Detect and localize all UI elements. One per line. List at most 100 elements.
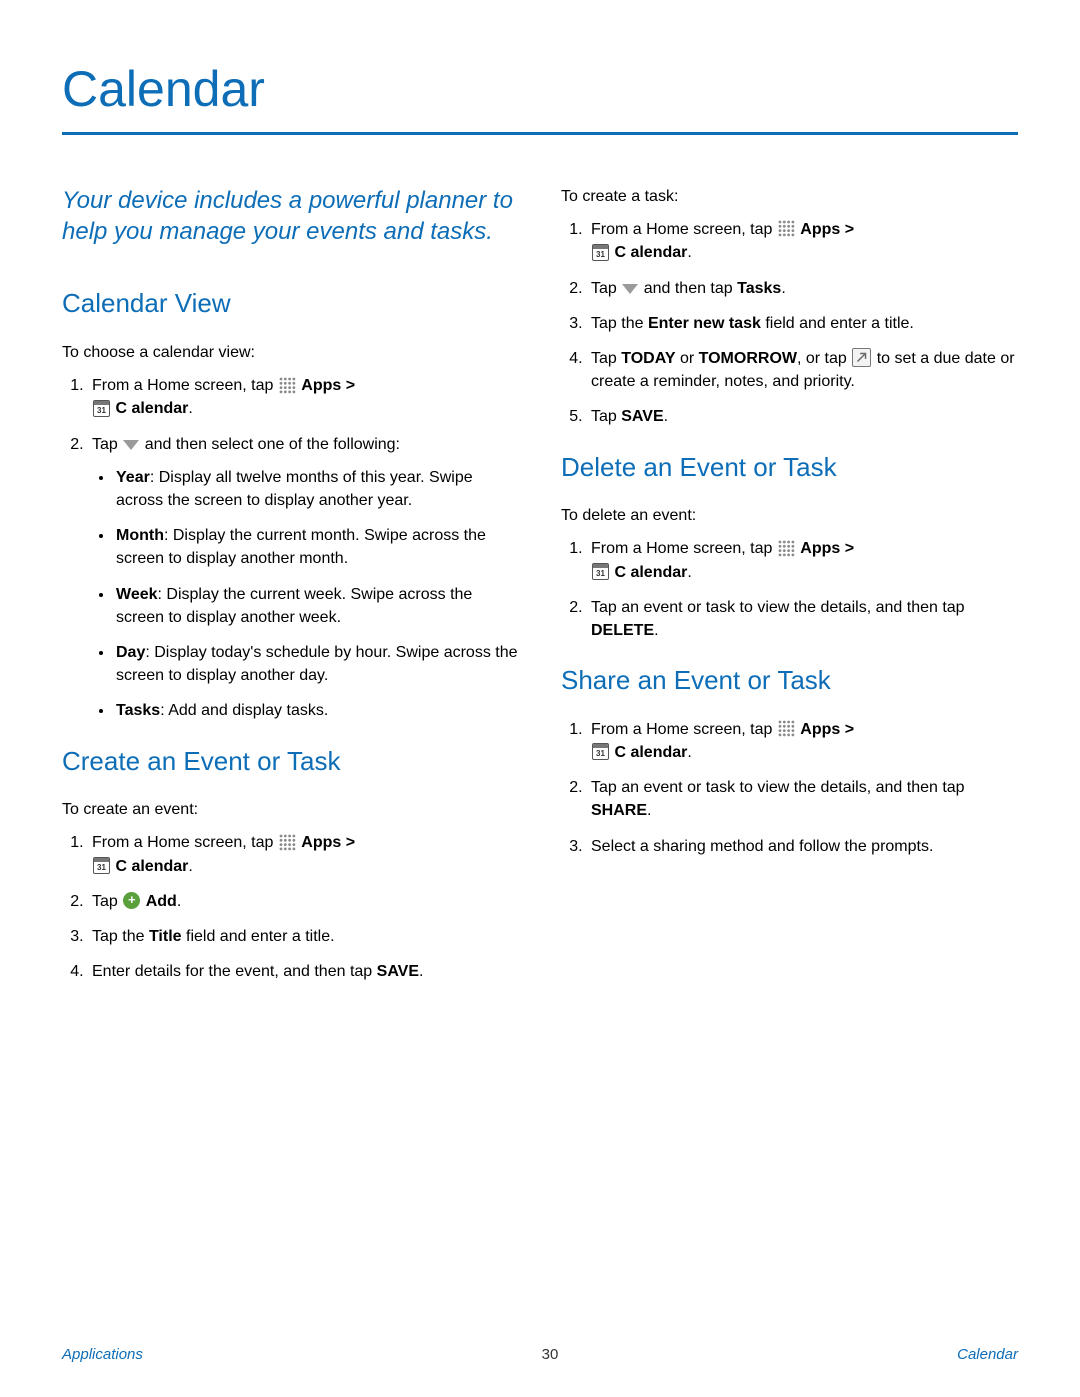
text: : Display all twelve months of this year…	[116, 469, 473, 509]
create-event-lead: To create an event:	[62, 798, 519, 821]
text: Tap	[591, 350, 621, 367]
apps-grid-icon	[778, 540, 795, 557]
dropdown-icon	[622, 284, 638, 294]
list-item: Week: Display the current week. Swipe ac…	[114, 583, 519, 629]
text: Tap the	[591, 315, 648, 332]
text: Tap	[591, 408, 621, 425]
text: Select a sharing method and follow the p…	[591, 838, 933, 855]
text: field and enter a title.	[182, 928, 335, 945]
list-item: Day: Display today's schedule by hour. S…	[114, 641, 519, 687]
delete-event-steps: From a Home screen, tap Apps > 31 C alen…	[561, 537, 1018, 642]
calendar-label: C alendar	[115, 400, 188, 417]
page-number: 30	[542, 1346, 559, 1363]
calendar-view-heading: Calendar View	[62, 285, 519, 323]
list-item: From a Home screen, tap Apps > 31 C alen…	[88, 831, 519, 877]
text: field and enter a title.	[761, 315, 914, 332]
period: .	[647, 802, 651, 819]
list-item: Tap the Enter new task field and enter a…	[587, 312, 1018, 335]
create-task-steps: From a Home screen, tap Apps > 31 C alen…	[561, 218, 1018, 428]
list-item: Year: Display all twelve months of this …	[114, 466, 519, 512]
list-item: Tap an event or task to view the details…	[587, 776, 1018, 822]
text: : Add and display tasks.	[160, 702, 328, 719]
add-icon: +	[123, 892, 140, 909]
footer-section-left: Applications	[62, 1346, 143, 1363]
text: and then tap	[644, 280, 737, 297]
page-footer: Applications 30 Calendar	[62, 1346, 1018, 1363]
calendar-icon: 31	[592, 743, 609, 760]
add-label: Add	[146, 893, 177, 910]
calendar-label: C alendar	[614, 564, 687, 581]
day-label: Day	[116, 644, 145, 661]
apps-grid-icon	[279, 377, 296, 394]
title-rule	[62, 132, 1018, 135]
list-item: From a Home screen, tap Apps > 31 C alen…	[587, 537, 1018, 583]
left-column: Your device includes a powerful planner …	[62, 185, 519, 999]
period: .	[419, 963, 423, 980]
list-item: Tap an event or task to view the details…	[587, 596, 1018, 642]
view-options: Year: Display all twelve months of this …	[92, 466, 519, 723]
list-item: Select a sharing method and follow the p…	[587, 835, 1018, 858]
list-item: Tap TODAY or TOMORROW, or tap to set a d…	[587, 347, 1018, 393]
calendar-icon: 31	[93, 857, 110, 874]
period: .	[664, 408, 668, 425]
content-columns: Your device includes a powerful planner …	[62, 185, 1018, 999]
period: .	[687, 564, 691, 581]
create-task-lead: To create a task:	[561, 185, 1018, 208]
right-column: To create a task: From a Home screen, ta…	[561, 185, 1018, 999]
tasks-label: Tasks	[737, 280, 781, 297]
text: From a Home screen, tap	[591, 540, 777, 557]
text: or	[676, 350, 699, 367]
delete-label: DELETE	[591, 622, 654, 639]
apps-label: Apps >	[301, 834, 355, 851]
calendar-label: C alendar	[115, 858, 188, 875]
period: .	[188, 858, 192, 875]
calendar-view-lead: To choose a calendar view:	[62, 341, 519, 364]
apps-grid-icon	[778, 220, 795, 237]
week-label: Week	[116, 586, 158, 603]
text: Tap	[92, 436, 122, 453]
calendar-icon: 31	[592, 563, 609, 580]
list-item: Tap the Title field and enter a title.	[88, 925, 519, 948]
tomorrow-label: TOMORROW	[699, 350, 797, 367]
apps-label: Apps >	[800, 221, 854, 238]
text: Tap	[92, 893, 122, 910]
list-item: Enter details for the event, and then ta…	[88, 960, 519, 983]
today-label: TODAY	[621, 350, 675, 367]
text: : Display today's schedule by hour. Swip…	[116, 644, 518, 684]
create-event-heading: Create an Event or Task	[62, 743, 519, 781]
tasks-label: Tasks	[116, 702, 160, 719]
period: .	[687, 744, 691, 761]
dropdown-icon	[123, 440, 139, 450]
list-item: From a Home screen, tap Apps > 31 C alen…	[88, 374, 519, 420]
calendar-view-steps: From a Home screen, tap Apps > 31 C alen…	[62, 374, 519, 722]
year-label: Year	[116, 469, 150, 486]
list-item: Tap and then tap Tasks.	[587, 277, 1018, 300]
delete-event-lead: To delete an event:	[561, 504, 1018, 527]
expand-icon	[852, 348, 871, 367]
apps-label: Apps >	[301, 377, 355, 394]
list-item: Tap and then select one of the following…	[88, 433, 519, 723]
footer-section-right: Calendar	[957, 1346, 1018, 1363]
save-label: SAVE	[377, 963, 419, 980]
text: From a Home screen, tap	[591, 221, 777, 238]
text: From a Home screen, tap	[92, 377, 278, 394]
intro-text: Your device includes a powerful planner …	[62, 185, 519, 247]
text: and then select one of the following:	[145, 436, 400, 453]
list-item: Month: Display the current month. Swipe …	[114, 524, 519, 570]
text: Tap an event or task to view the details…	[591, 779, 965, 796]
period: .	[687, 244, 691, 261]
calendar-label: C alendar	[614, 244, 687, 261]
text: From a Home screen, tap	[92, 834, 278, 851]
text: Tap an event or task to view the details…	[591, 599, 965, 616]
text: , or tap	[797, 350, 851, 367]
calendar-label: C alendar	[614, 744, 687, 761]
list-item: From a Home screen, tap Apps > 31 C alen…	[587, 718, 1018, 764]
title-label: Title	[149, 928, 182, 945]
apps-grid-icon	[279, 834, 296, 851]
period: .	[781, 280, 785, 297]
save-label: SAVE	[621, 408, 663, 425]
month-label: Month	[116, 527, 164, 544]
period: .	[654, 622, 658, 639]
list-item: Tap SAVE.	[587, 405, 1018, 428]
apps-grid-icon	[778, 720, 795, 737]
